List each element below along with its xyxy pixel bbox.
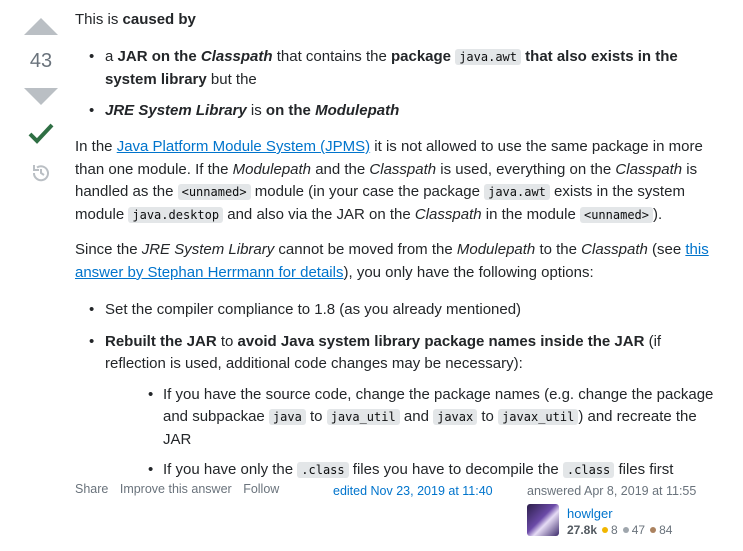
inline-code: java: [268, 409, 306, 425]
gold-badge-count: 8: [611, 523, 618, 537]
list-item: If you have the source code, change the …: [105, 384, 720, 452]
bronze-badge-icon: [650, 527, 657, 533]
inline-code: <unnamed>: [579, 206, 654, 223]
inline-code: javax_util: [498, 409, 579, 425]
inline-code: java.awt: [455, 49, 521, 65]
inline-code: java_util: [326, 409, 400, 425]
list-item: If you have only the .class files you ha…: [105, 459, 720, 482]
silver-badge-count: 47: [631, 523, 646, 537]
inline-code: <unnamed>: [177, 184, 251, 200]
vote-down-icon[interactable]: [24, 88, 58, 105]
inline-code: java.awt: [484, 184, 550, 200]
sub-options-list: If you have the source code, change the …: [105, 384, 720, 482]
edited-link[interactable]: edited Nov 23, 2019 at 11:40: [333, 484, 493, 498]
gold-badge-icon: [602, 527, 609, 533]
options-list: Set the compiler compliance to 1.8 (as y…: [75, 299, 720, 482]
user-name-link[interactable]: howlger: [567, 506, 613, 521]
list-item: Rebuilt the JAR to avoid Java system lib…: [75, 331, 720, 482]
post-menu: Share Improve this answer Follow: [75, 482, 287, 496]
follow-link[interactable]: Follow: [243, 482, 279, 496]
inline-code: .class: [297, 462, 349, 478]
reputation: 27.8k 8 47 84: [567, 523, 672, 537]
cause-list: a JAR on the Classpath that contains the…: [75, 46, 715, 123]
since-paragraph: Since the JRE System Library cannot be m…: [75, 241, 709, 281]
list-item: Set the compiler compliance to 1.8 (as y…: [75, 299, 720, 322]
silver-badge-icon: [622, 527, 629, 533]
list-item: JRE System Library is on the Modulepath: [75, 100, 715, 123]
list-item: a JAR on the Classpath that contains the…: [75, 46, 715, 91]
inline-code: java.desktop: [128, 206, 224, 223]
user-card: answered Apr 8, 2019 at 11:55 howlger 27…: [527, 484, 737, 537]
answered-timestamp: answered Apr 8, 2019 at 11:55: [527, 484, 697, 498]
improve-answer-link[interactable]: Improve this answer: [120, 482, 232, 496]
accepted-checkmark-icon: [28, 123, 54, 144]
reputation-score: 27.8k: [567, 523, 598, 537]
history-icon[interactable]: [30, 162, 52, 184]
avatar[interactable]: [527, 504, 559, 536]
intro-paragraph: This is caused by: [75, 11, 196, 28]
inline-code: .class: [562, 462, 615, 478]
jpms-paragraph: In the Java Platform Module System (JPMS…: [75, 138, 703, 223]
inline-code: javax: [433, 409, 478, 425]
bronze-badge-count: 84: [659, 523, 673, 537]
vote-up-icon[interactable]: [24, 18, 58, 35]
share-link[interactable]: Share: [75, 482, 108, 496]
vote-count: 43: [29, 50, 53, 72]
jpms-link[interactable]: Java Platform Module System (JPMS): [117, 138, 370, 155]
